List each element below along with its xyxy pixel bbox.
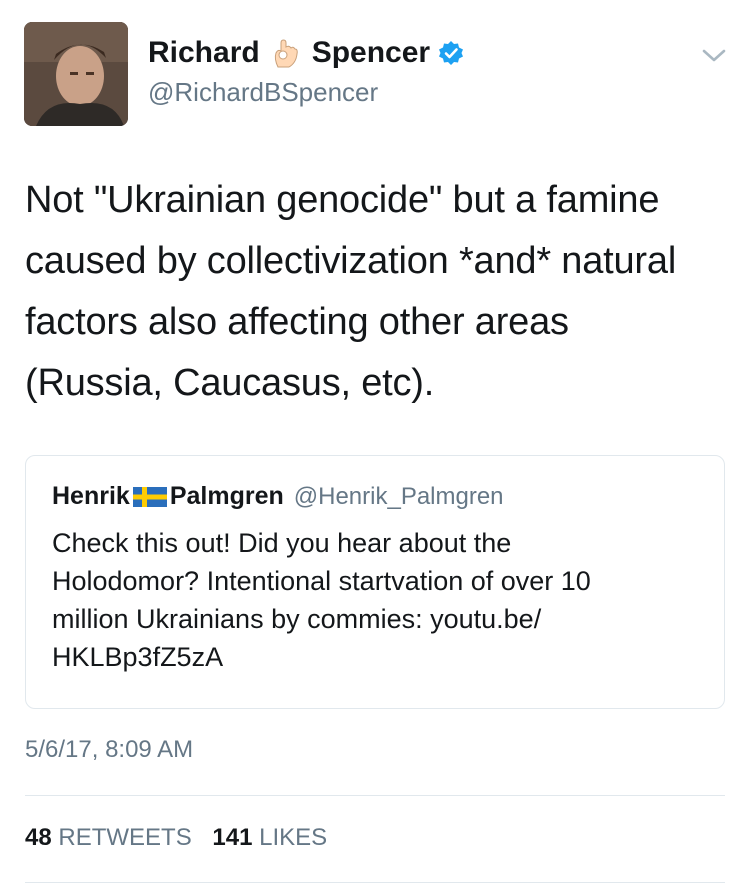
- tweet-text: Not "Ukrainian genocide" but a famine ca…: [25, 170, 735, 414]
- retweets-count: 48: [25, 824, 52, 851]
- retweets-label: RETWEETS: [58, 824, 192, 851]
- likes-stat[interactable]: 141 LIKES: [212, 824, 327, 851]
- tweet-text-line: (Russia, Caucasus, etc).: [25, 362, 435, 404]
- quoted-tweet-card[interactable]: Henrik Palmgren @Henrik_Palmgren Check t…: [25, 455, 725, 709]
- author-last-name: Spencer: [311, 36, 431, 69]
- quoted-last-name: Palmgren: [169, 482, 284, 510]
- quoted-handle: @Henrik_Palmgren: [293, 482, 504, 510]
- avatar[interactable]: [24, 22, 128, 126]
- quoted-text-line: Holodomor? Intentional startvation of ov…: [52, 566, 591, 596]
- tweet-header: Richard Spencer @RichardBSpencer: [24, 22, 729, 126]
- tweet-timestamp[interactable]: 5/6/17, 8:09 AM: [25, 736, 193, 764]
- likes-label: LIKES: [259, 824, 328, 851]
- quoted-tweet-text: Check this out! Did you hear about the H…: [52, 524, 712, 676]
- quoted-first-name: Henrik: [52, 482, 130, 510]
- quoted-tweet-header: Henrik Palmgren @Henrik_Palmgren: [52, 482, 504, 511]
- quoted-text-line: Check this out! Did you hear about the: [52, 528, 512, 558]
- tweet-text-line: Not "Ukrainian genocide" but a famine: [25, 179, 660, 221]
- ok-hand-emoji-icon: [272, 37, 300, 69]
- verified-badge-icon: [438, 40, 464, 66]
- quoted-text-line: million Ukrainians by commies: youtu.be/: [52, 604, 542, 634]
- engagement-stats: 48 RETWEETS 141 LIKES: [25, 824, 341, 852]
- quoted-text-line: HKLBp3fZ5zA: [52, 642, 224, 672]
- chevron-down-icon[interactable]: [701, 48, 727, 64]
- tweet-text-line: factors also affecting other areas: [25, 301, 569, 343]
- sweden-flag-icon: [132, 486, 168, 508]
- author-first-name: Richard: [148, 36, 260, 69]
- likes-count: 141: [212, 824, 253, 851]
- author-name[interactable]: Richard Spencer: [148, 36, 464, 70]
- divider: [25, 882, 725, 883]
- retweets-stat[interactable]: 48 RETWEETS: [25, 824, 192, 851]
- author-handle[interactable]: @RichardBSpencer: [148, 77, 378, 108]
- tweet-text-line: caused by collectivization *and* natural: [25, 240, 677, 282]
- divider: [25, 795, 725, 796]
